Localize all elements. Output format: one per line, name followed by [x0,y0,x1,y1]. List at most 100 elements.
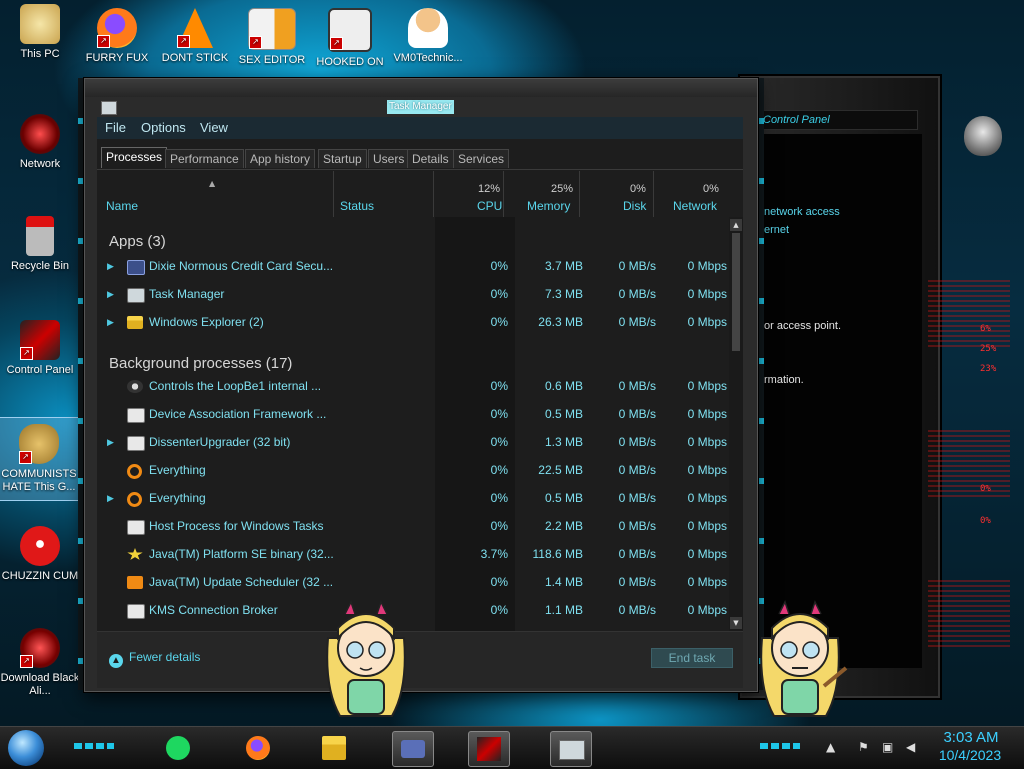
spotify-icon [166,736,190,760]
process-row[interactable]: Controls the LoopBe1 internal ... 0% 0.6 M… [97,373,729,401]
menu-view[interactable]: View [200,120,228,135]
process-name: Everything [149,491,206,505]
gauge-value: 25% [980,344,997,354]
expand-chevron-icon[interactable]: ▶ [107,438,114,448]
expand-chevron-icon[interactable]: ▶ [107,494,114,504]
desktop-icon-furry-fux[interactable]: ↗ FURRY FUX [77,8,157,65]
column-cpu[interactable]: CPU [477,199,502,213]
taskbar: ▲ ⚑ ▣ ◀ 3:03 AM 10/4/2023 [0,726,1024,769]
desktop-icon-network[interactable]: Network [0,114,80,171]
column-name[interactable]: Name [106,199,138,213]
desktop-icon-download-black-alien[interactable]: ↗ Download Black Ali... [0,628,80,698]
column-status[interactable]: Status [340,199,374,213]
disk-total: 0% [630,183,646,195]
cell-disk: 0 MB/s [618,435,656,449]
cell-memory: 2.2 MB [544,519,583,533]
shortcut-arrow-icon: ↗ [19,451,32,464]
address-bar[interactable]: Control Panel [756,110,918,130]
column-memory[interactable]: Memory [527,199,570,213]
taskbar-app-task-manager[interactable] [550,731,592,767]
taskbar-decoration [760,743,800,749]
process-name: Controls the LoopBe1 internal ... [149,379,322,393]
show-hidden-icons-icon[interactable]: ▲ [826,740,840,754]
scroll-thumb[interactable] [732,233,740,351]
task-manager-window[interactable]: Task Manager File Options View Processes… [84,78,758,692]
process-row[interactable]: Java(TM) Platform SE binary (32... 3.7% 11… [97,541,729,569]
desktop-icon-sex-editor[interactable]: ↗ SEX EDITOR [232,8,312,67]
maze-game-icon: ↗ [328,8,372,52]
scroll-up-button[interactable]: ▲ [730,219,742,231]
cell-cpu: 0% [490,603,508,617]
process-row[interactable]: Host Process for Windows Tasks 0% 2.2 MB 0 … [97,513,729,541]
taskbar-app-file-explorer[interactable] [314,731,354,765]
desktop-icon-dont-stick[interactable]: ↗ DONT STICK [155,8,235,65]
taskbar-app-control-panel[interactable] [468,731,510,767]
end-task-button[interactable]: End task [651,648,733,668]
tab-performance[interactable]: Performance [165,149,244,168]
internet-text[interactable]: ernet [764,224,789,236]
cell-memory: 1.3 MB [544,435,583,449]
menu-file[interactable]: File [105,120,126,135]
column-disk[interactable]: Disk [623,199,646,213]
desktop-icon-control-panel[interactable]: ↗ Control Panel [0,320,80,377]
desktop-icon-communists[interactable]: ↗ COMMUNISTS HATE This G... [0,417,79,501]
vertical-scrollbar[interactable]: ▲ ▼ [729,217,743,631]
process-row[interactable]: ▶ Dixie Normous Credit Card Secu... 0% 3.7 … [97,253,729,281]
network-icon[interactable]: ▣ [882,740,896,754]
tab-services[interactable]: Services [453,149,510,168]
tab-details[interactable]: Details [407,149,454,168]
desktop-icon-this-pc[interactable]: This PC [0,4,80,61]
taskbar-app-card[interactable] [392,731,434,767]
column-divider[interactable] [333,171,334,217]
access-point-text: or access point. [764,320,842,332]
clock-date[interactable]: 10/4/2023 [934,747,1006,763]
cell-cpu: 0% [490,575,508,589]
process-row[interactable]: ▶ DissenterUpgrader (32 bit) 0% 1.3 MB 0 MB/… [97,429,729,457]
volume-icon[interactable]: ◀ [906,740,920,754]
taskbar-app-firefox[interactable] [238,731,278,765]
tab-processes[interactable]: Processes [101,147,168,168]
clock-time[interactable]: 3:03 AM [940,729,1002,746]
column-divider[interactable] [503,171,504,217]
firefox-icon [246,736,270,760]
taskbar-app-spotify[interactable] [158,731,198,765]
start-button[interactable] [8,730,44,766]
expand-chevron-icon[interactable]: ▶ [107,262,114,272]
column-divider[interactable] [653,171,654,217]
column-network[interactable]: Network [673,199,717,213]
title-bar-frame[interactable] [85,79,757,97]
cell-disk: 0 MB/s [618,547,656,561]
desktop-icon-chuzzin[interactable]: CHUZZIN CUM [0,526,80,583]
column-divider[interactable] [579,171,580,217]
desktop-icon-recycle-bin[interactable]: Recycle Bin [0,216,80,273]
magnifier-icon [127,492,142,507]
tab-app-history[interactable]: App history [245,149,316,168]
menu-options[interactable]: Options [141,120,186,135]
cell-memory: 26.3 MB [538,315,583,329]
expand-chevron-icon[interactable]: ▶ [107,318,114,328]
desktop-icon-vm0technic[interactable]: VM0Technic... [388,8,468,65]
network-access-text[interactable]: network access [764,206,840,218]
scroll-down-button[interactable]: ▼ [730,617,742,629]
process-row[interactable]: Everything 0% 22.5 MB 0 MB/s 0 Mbps [97,457,729,485]
expand-chevron-icon[interactable]: ▶ [107,290,114,300]
money-bag-icon: ↗ [19,424,59,464]
fewer-details-label: Fewer details [129,650,201,664]
red-gauge-graphic [928,280,1010,350]
process-name: Java(TM) Update Scheduler (32 ... [149,575,334,589]
shortcut-arrow-icon: ↗ [97,35,110,48]
desktop-icon-hooked-on[interactable]: ↗ HOOKED ON [310,8,390,69]
cell-memory: 118.6 MB [532,547,583,561]
tab-startup[interactable]: Startup [318,149,367,168]
process-row[interactable]: Java(TM) Update Scheduler (32 ... 0% 1.4 M… [97,569,729,597]
window-icon [127,408,145,423]
tab-users[interactable]: Users [368,149,410,168]
process-row[interactable]: ▶ Windows Explorer (2) 0% 26.3 MB 0 MB/s 0 Mb… [97,309,729,337]
column-divider[interactable] [433,171,434,217]
flag-icon[interactable]: ⚑ [858,740,872,754]
process-row[interactable]: ▶ Task Manager 0% 7.3 MB 0 MB/s 0 Mbps [97,281,729,309]
cell-network: 0 Mbps [687,379,727,393]
fewer-details-button[interactable]: ▲ Fewer details [109,650,200,668]
process-row[interactable]: Device Association Framework ... 0% 0.5 MB… [97,401,729,429]
process-row[interactable]: ▶ Everything 0% 0.5 MB 0 MB/s 0 Mbps [97,485,729,513]
